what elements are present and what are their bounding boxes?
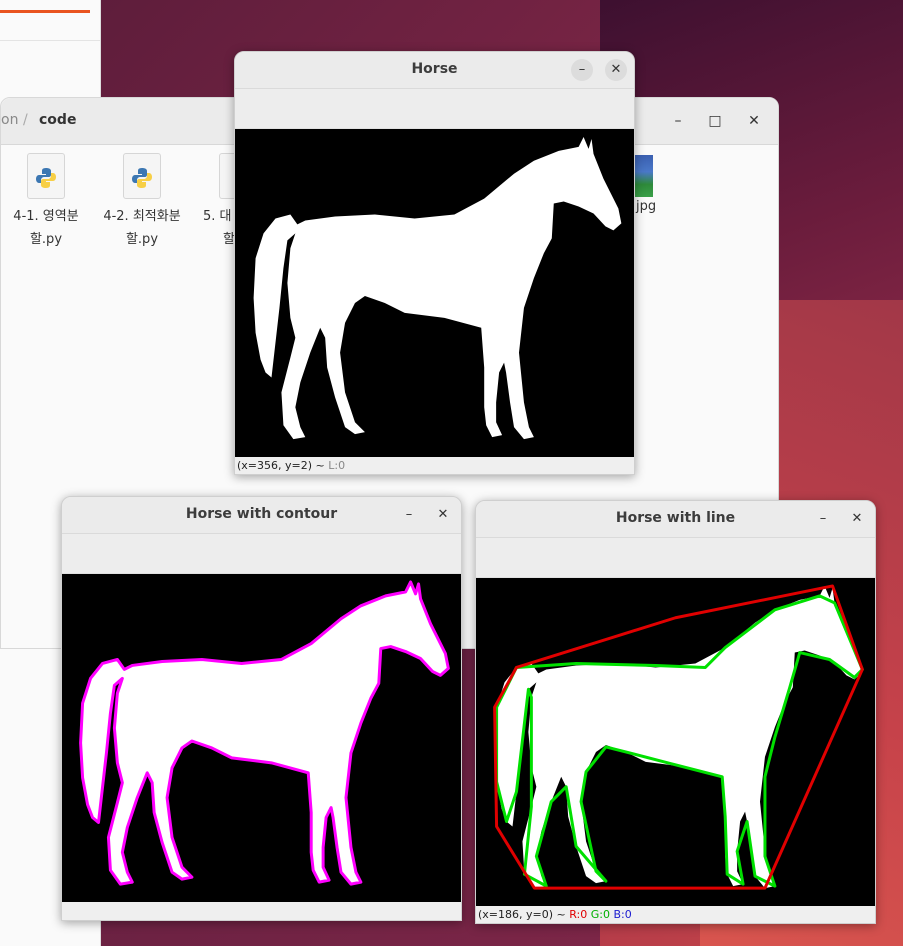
close-button[interactable]: ✕ [432,504,454,526]
horse-window: Horse – ✕ (x=356, y=2) ~ L:0 [234,51,635,475]
horse-silhouette-image [253,136,622,440]
divider [0,40,100,41]
image-canvas[interactable] [476,578,875,906]
close-button[interactable]: ✕ [846,508,868,530]
horse-contour-window: Horse with contour – ✕ [61,496,462,921]
file-name-line2: 할.py [29,232,63,247]
status-red: R:0 [569,908,588,921]
breadcrumb-current[interactable]: code [39,112,76,128]
horse-silhouette [253,136,622,440]
maximize-button[interactable]: □ [704,110,726,132]
horse-contour-image [79,580,450,886]
image-canvas[interactable] [235,129,634,457]
window-titlebar[interactable]: Horse – ✕ [235,52,634,89]
close-button[interactable]: ✕ [605,59,627,81]
image-file-label: jpg [636,199,657,214]
horse-line-window: Horse with line – ✕ (x=186, y=0) ~ R:0 G… [475,500,876,924]
status-luminance: L:0 [328,459,346,472]
window-titlebar[interactable]: Horse with contour – ✕ [62,497,461,534]
python-file-icon [27,153,65,199]
window-titlebar[interactable]: Horse with line – ✕ [476,501,875,538]
python-file-icon [123,153,161,199]
horse-contour-path [79,580,450,886]
window-toolbar [476,538,875,578]
status-bar: (x=186, y=0) ~ R:0 G:0 B:0 [476,906,875,923]
minimize-button[interactable]: – [667,110,689,132]
minimize-button[interactable]: – [571,59,593,81]
file-name-line2: 할.py [125,232,159,247]
status-coords: (x=186, y=0) ~ [478,908,570,921]
horse-line-image [493,584,864,890]
image-file-thumbnail[interactable] [633,155,653,197]
status-coords: (x=356, y=2) ~ [237,459,329,472]
minimize-button[interactable]: – [398,504,420,526]
file-name-line1: 4-1. 영역분 [13,209,79,224]
window-toolbar [235,89,634,129]
horse-silhouette [494,585,863,889]
close-button[interactable]: ✕ [743,110,765,132]
status-bar: (x=356, y=2) ~ L:0 [235,457,634,474]
breadcrumb-separator: / [23,112,28,128]
active-tab-indicator [0,10,90,13]
minimize-button[interactable]: – [812,508,834,530]
status-green: G:0 [590,908,610,921]
image-canvas[interactable] [62,574,461,902]
status-blue: B:0 [613,908,632,921]
file-item[interactable]: 4-2. 최적화분 할.py [97,153,187,251]
file-name-line1: 4-2. 최적화분 [103,209,181,224]
window-toolbar [62,534,461,574]
status-bar [62,902,461,920]
breadcrumb-parent[interactable]: on [1,112,18,128]
file-item[interactable]: 4-1. 영역분 할.py [1,153,91,251]
